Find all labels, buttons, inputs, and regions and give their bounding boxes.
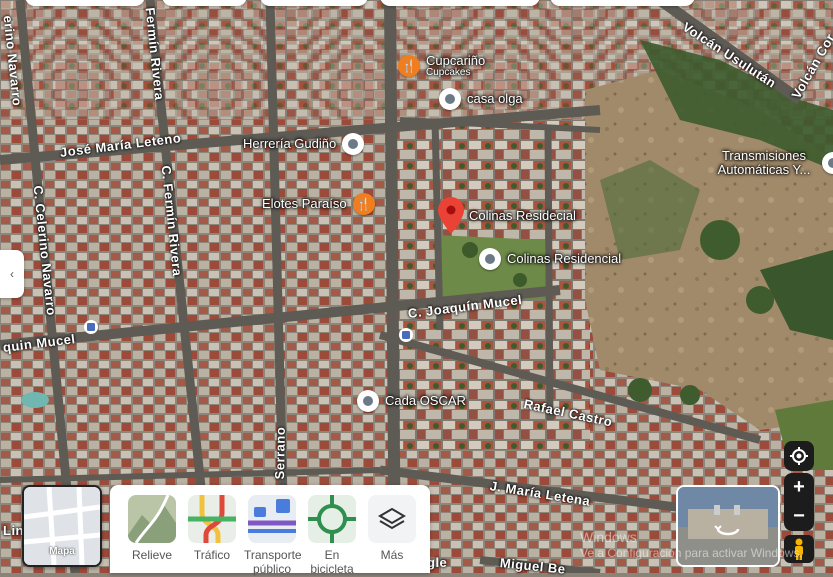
- place-name: casa olga: [467, 91, 523, 107]
- watermark-text: Ve a Configuración para activar Windows.: [580, 546, 803, 561]
- chevron-left-icon: ‹: [10, 267, 14, 281]
- place-name: Cada OSCAR: [385, 393, 466, 409]
- zoom-out-button[interactable]: −: [784, 502, 814, 531]
- place-pin-icon: [479, 248, 501, 270]
- layers-panel: Relieve Tráfico Transporte público En bi…: [110, 485, 430, 576]
- building-icon: [357, 390, 379, 412]
- place-colinas-pin-label[interactable]: Colinas Residecial: [469, 209, 576, 223]
- layers-icon: [368, 495, 416, 543]
- bike-icon: [308, 495, 356, 543]
- place-colinas[interactable]: Colinas Residencial: [479, 248, 621, 270]
- layer-label: Relieve: [131, 548, 173, 562]
- map-layer-toggle[interactable]: Mapa: [22, 485, 102, 567]
- street-label: Lin: [3, 523, 24, 538]
- top-chip[interactable]: [260, 0, 368, 6]
- collapse-panel-button[interactable]: ‹: [0, 250, 24, 298]
- terrain-icon: [128, 495, 176, 543]
- place-transmisiones[interactable]: Transmisiones Automáticas Y...: [712, 149, 833, 176]
- top-chip[interactable]: [380, 0, 540, 6]
- bus-stop-icon[interactable]: [84, 320, 98, 334]
- watermark-title: Windows: [580, 529, 637, 545]
- top-chip[interactable]: [162, 0, 247, 6]
- place-pin-icon: [439, 88, 461, 110]
- layer-trafico[interactable]: Tráfico: [184, 495, 240, 563]
- layer-mas[interactable]: Más: [364, 495, 420, 563]
- layer-label: Más: [380, 548, 404, 562]
- top-chip[interactable]: [25, 0, 145, 6]
- place-name: Colinas Residecial: [469, 208, 576, 223]
- top-chip[interactable]: [550, 0, 695, 6]
- place-casa-olga[interactable]: casa olga: [439, 88, 523, 110]
- transit-icon: [248, 495, 296, 543]
- place-name: Herrería Gudiño: [243, 136, 337, 152]
- place-pin-icon: [822, 151, 833, 174]
- crosshair-icon: [790, 447, 808, 465]
- windows-activation-watermark: Windows Ve a Configuración para activar …: [580, 528, 803, 562]
- place-name: Transmisiones Automáticas Y...: [717, 148, 811, 177]
- layer-transporte[interactable]: Transporte público: [244, 495, 302, 577]
- place-cada-oscar[interactable]: Cada OSCAR: [357, 390, 466, 412]
- street-label: gle: [427, 555, 448, 570]
- restaurant-icon: 🍴: [398, 55, 420, 78]
- place-name: Colinas Residencial: [507, 251, 622, 267]
- my-location-button[interactable]: [784, 441, 814, 471]
- place-elotes[interactable]: 🍴 Elotes Paraíso: [262, 193, 375, 215]
- place-name: Cupcariño: [426, 53, 486, 68]
- layer-bicicleta[interactable]: En bicicleta: [304, 495, 360, 577]
- place-category: Cupcakes: [426, 66, 471, 78]
- layer-label: Transporte público: [244, 548, 302, 576]
- restaurant-icon: 🍴: [352, 193, 375, 215]
- layer-label: En bicicleta: [310, 548, 354, 576]
- place-herreria[interactable]: Herrería Gudiño: [243, 133, 365, 155]
- bus-stop-icon[interactable]: [399, 328, 413, 342]
- layer-relieve[interactable]: Relieve: [124, 495, 180, 563]
- place-cupcarino[interactable]: 🍴 Cupcariño Cupcakes: [398, 54, 485, 78]
- zoom-in-button[interactable]: +: [784, 473, 814, 502]
- place-name: Elotes Paraíso: [262, 196, 347, 212]
- zoom-controls: + −: [784, 473, 814, 531]
- layer-label: Tráfico: [193, 548, 231, 562]
- map-layer-label: Mapa: [49, 546, 75, 557]
- place-pin-icon: [342, 133, 365, 155]
- traffic-icon: [188, 495, 236, 543]
